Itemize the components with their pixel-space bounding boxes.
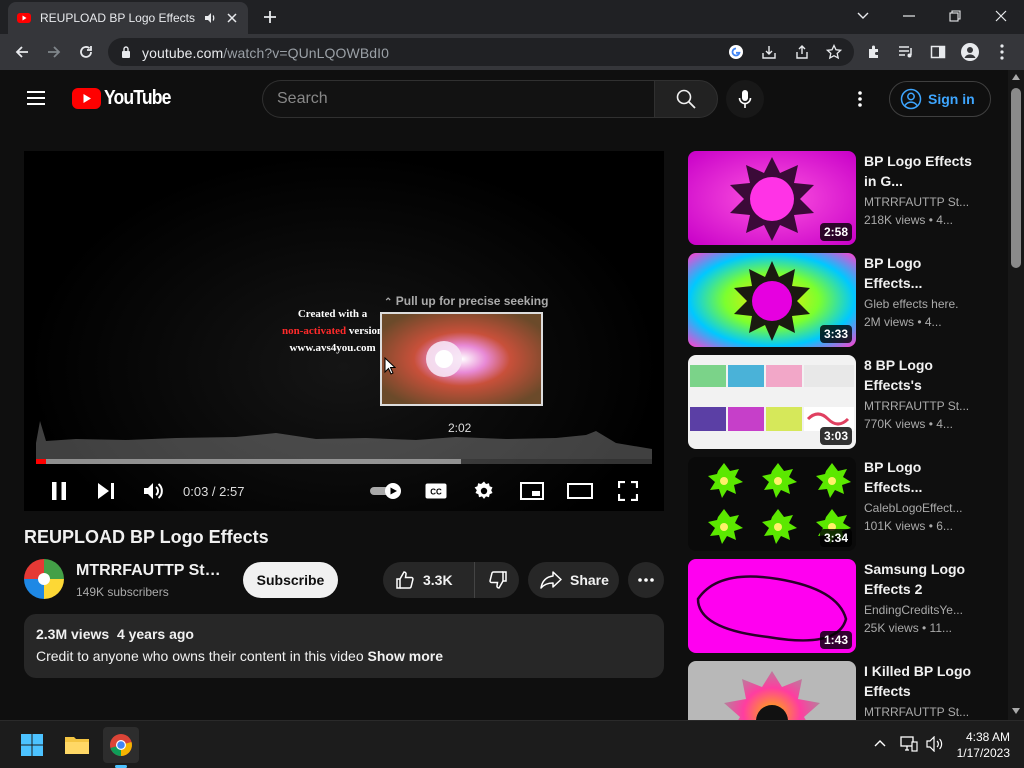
related-video-item[interactable]: 2:58 BP Logo Effects in G... MTRRFAUTTP St…	[688, 151, 988, 245]
scroll-up-arrow-icon[interactable]	[1012, 74, 1020, 80]
duration-badge: 3:03	[819, 427, 852, 445]
related-meta: 2M views • 4...	[864, 315, 942, 329]
file-explorer-icon[interactable]	[59, 727, 95, 763]
related-channel[interactable]: CalebLogoEffect...	[864, 501, 976, 515]
related-video-item[interactable]: 1:43 Samsung Logo Effects 2 EndingCreditsY…	[688, 559, 988, 653]
related-video-item[interactable]: 3:34 BP Logo Effects... CalebLogoEffect...…	[688, 457, 988, 551]
related-channel[interactable]: EndingCreditsYe...	[864, 603, 976, 617]
related-meta: 770K views • 4...	[864, 417, 953, 431]
related-meta: 218K views • 4...	[864, 213, 953, 227]
scroll-down-arrow-icon[interactable]	[1012, 708, 1020, 714]
system-clock[interactable]: 4:38 AM 1/17/2023	[952, 729, 1010, 761]
related-meta: 25K views • 11...	[864, 621, 953, 635]
related-thumbnail[interactable]: 2:58	[688, 151, 856, 245]
related-thumbnail[interactable]: 1:43	[688, 559, 856, 653]
page-scrollbar[interactable]	[1008, 70, 1024, 720]
related-video-item[interactable]: I Killed BP Logo Effects MTRRFAUTTP St...	[688, 661, 988, 720]
duration-badge: 3:34	[819, 529, 852, 547]
related-channel[interactable]: MTRRFAUTTP St...	[864, 705, 976, 719]
duration-badge: 3:33	[819, 325, 852, 343]
network-icon[interactable]	[900, 736, 918, 752]
related-video-item[interactable]: 3:33 BP Logo Effects... Gleb effects here.…	[688, 253, 988, 347]
related-thumbnail[interactable]: 3:34	[688, 457, 856, 551]
related-title[interactable]: BP Logo Effects in G...	[864, 151, 974, 191]
related-title[interactable]: I Killed BP Logo Effects	[864, 661, 974, 701]
scroll-thumb[interactable]	[1011, 88, 1021, 268]
related-video-item[interactable]: 3:03 8 BP Logo Effects's MTRRFAUTTP St... 7…	[688, 355, 988, 449]
related-channel[interactable]: MTRRFAUTTP St...	[864, 195, 976, 209]
windows-taskbar: 4:38 AM 1/17/2023	[0, 720, 1024, 768]
duration-badge: 1:43	[819, 631, 852, 649]
related-title[interactable]: BP Logo Effects...	[864, 253, 974, 293]
related-channel[interactable]: MTRRFAUTTP St...	[864, 399, 976, 413]
windows-start-icon[interactable]	[14, 727, 50, 763]
related-title[interactable]: Samsung Logo Effects 2	[864, 559, 974, 599]
volume-tray-icon[interactable]	[926, 736, 944, 752]
clock-date: 1/17/2023	[956, 746, 1010, 760]
related-channel[interactable]: Gleb effects here.	[864, 297, 976, 311]
related-title[interactable]: 8 BP Logo Effects's	[864, 355, 974, 395]
related-thumbnail[interactable]: 3:33	[688, 253, 856, 347]
related-thumbnail[interactable]: 3:03	[688, 355, 856, 449]
related-title[interactable]: BP Logo Effects...	[864, 457, 974, 497]
show-hidden-icons-chevron-icon[interactable]	[874, 739, 886, 747]
related-meta: 101K views • 6...	[864, 519, 953, 533]
clock-time: 4:38 AM	[965, 730, 1010, 744]
related-videos: 2:58 BP Logo Effects in G... MTRRFAUTTP St…	[0, 0, 1008, 720]
duration-badge: 2:58	[819, 223, 852, 241]
related-thumbnail[interactable]	[688, 661, 856, 720]
chrome-taskbar-icon[interactable]	[103, 727, 139, 768]
